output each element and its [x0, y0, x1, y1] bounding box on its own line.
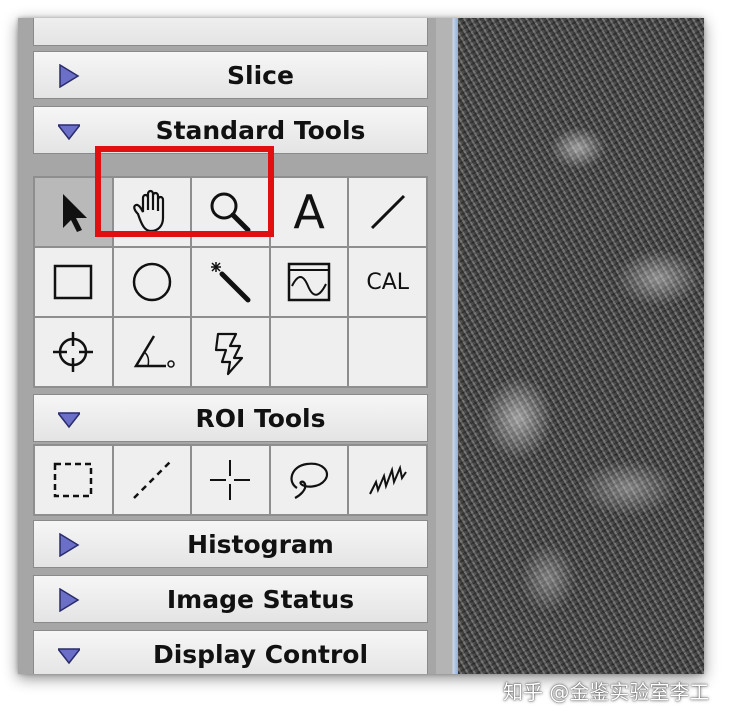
rectangle-tool-icon [54, 264, 93, 300]
line-tool[interactable] [349, 178, 426, 246]
line-roi-tool[interactable] [113, 446, 191, 514]
lightning-icon [215, 332, 244, 376]
text-tool[interactable]: A [270, 178, 348, 246]
tool-palette: Slice Standard Tools A CAL ROI Tools His… [18, 18, 436, 674]
panel-header-roi-tools[interactable]: ROI Tools [33, 394, 428, 442]
lasso-icon [290, 462, 329, 499]
panel-header-standard-tools[interactable]: Standard Tools [33, 106, 428, 154]
dashed-rectangle-icon [54, 462, 93, 498]
profile-tool-icon [287, 262, 331, 302]
hand-icon [133, 189, 164, 233]
standard-tools-grid: A CAL [33, 176, 428, 388]
empty-tool-slot [349, 318, 426, 386]
roi-tools-grid [33, 444, 428, 516]
panel-header-top-partial [33, 18, 428, 46]
crosshair-tool[interactable] [35, 318, 112, 386]
panel-label-display-control: Display Control [152, 639, 369, 669]
panel-label-image-status: Image Status [166, 584, 355, 614]
panel-divider[interactable] [436, 18, 458, 674]
freehand-roi-tool[interactable] [349, 446, 426, 514]
panel-label-histogram: Histogram [187, 529, 334, 559]
lightning-tool[interactable] [192, 318, 269, 386]
panel-label-slice: Slice [227, 60, 294, 90]
app-window: Slice Standard Tools A CAL ROI Tools His… [18, 18, 704, 674]
profile-tool[interactable] [270, 248, 348, 316]
collapse-triangle-icon[interactable] [58, 643, 80, 667]
magnifier-icon [210, 192, 251, 233]
watermark: 知乎 @金鉴实验室李工 [503, 680, 710, 704]
rectangle-roi-tool[interactable] [35, 446, 112, 514]
rectangle-tool[interactable] [35, 248, 112, 316]
lasso-roi-tool[interactable] [270, 446, 348, 514]
magic-wand-tool[interactable] [192, 248, 269, 316]
crosshair-icon [53, 332, 94, 372]
text-tool-icon: A [293, 185, 325, 239]
empty-tool-slot [270, 318, 348, 386]
image-view[interactable] [458, 18, 704, 674]
zoom-tool[interactable] [192, 178, 269, 246]
panel-header-slice[interactable]: Slice [33, 51, 428, 99]
angle-tool[interactable] [113, 318, 191, 386]
panel-header-histogram[interactable]: Histogram [33, 520, 428, 568]
calibrate-icon: CAL [366, 269, 410, 295]
point-roi-icon [210, 460, 251, 500]
panel-header-display-control[interactable]: Display Control [33, 630, 428, 674]
collapse-triangle-icon[interactable] [58, 119, 80, 143]
panel-label-roi-tools: ROI Tools [195, 403, 326, 433]
point-roi-tool[interactable] [192, 446, 269, 514]
magic-wand-icon [211, 262, 251, 303]
oval-tool-icon [132, 262, 172, 302]
oval-tool[interactable] [113, 248, 191, 316]
collapse-triangle-icon[interactable] [58, 407, 80, 431]
calibrate-tool[interactable]: CAL [349, 248, 426, 316]
panel-header-image-status[interactable]: Image Status [33, 575, 428, 623]
dashed-line-icon [133, 461, 171, 499]
panel-label-standard-tools: Standard Tools [155, 115, 366, 145]
arrow-pointer-tool[interactable] [35, 178, 112, 246]
angle-tool-icon [133, 335, 175, 368]
freehand-icon [368, 464, 407, 495]
line-tool-icon [370, 194, 405, 230]
expand-triangle-icon[interactable] [58, 533, 80, 557]
arrow-pointer-icon [63, 194, 88, 232]
expand-triangle-icon[interactable] [58, 588, 80, 612]
hand-tool[interactable] [113, 178, 191, 246]
expand-triangle-icon[interactable] [58, 64, 80, 88]
